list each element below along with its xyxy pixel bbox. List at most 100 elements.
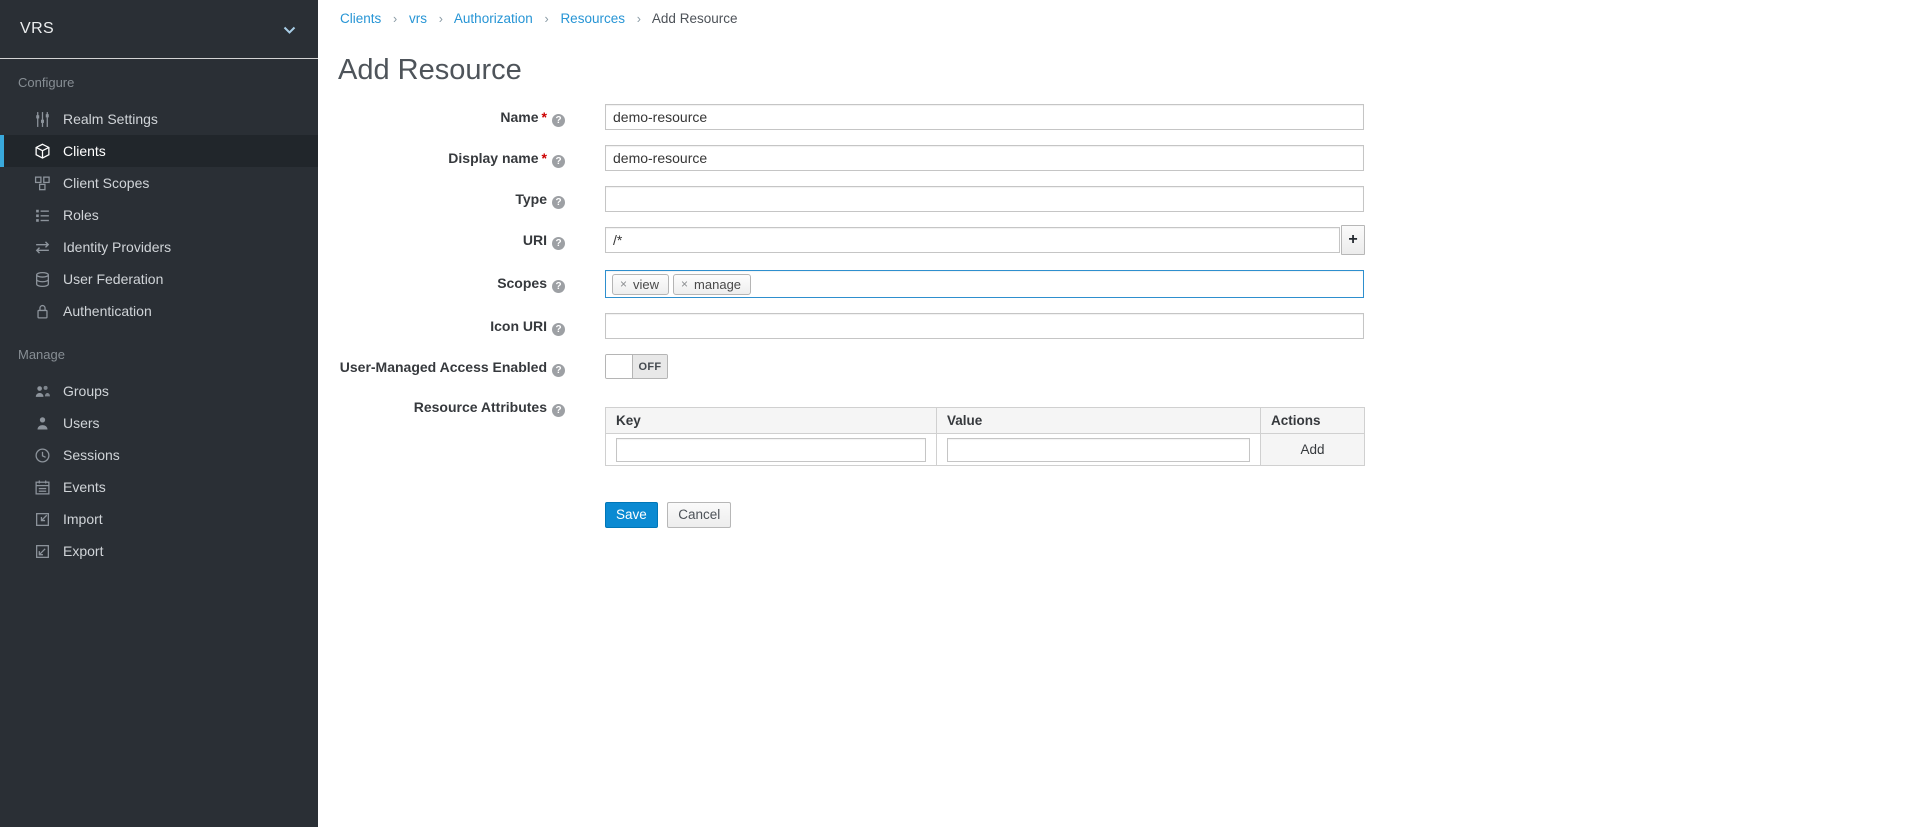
icon-uri-label: Icon URI [490,318,547,334]
sidebar-item-client-scopes[interactable]: Client Scopes [0,167,318,199]
add-uri-button[interactable]: + [1341,225,1365,255]
sidebar: VRS Configure Realm Settings [0,0,318,827]
sidebar-item-label: Users [63,415,100,431]
lock-icon [33,303,51,320]
help-icon[interactable]: ? [552,280,565,293]
uma-toggle-knob [606,355,633,378]
sidebar-item-groups[interactable]: Groups [0,375,318,407]
sidebar-item-label: User Federation [63,271,163,287]
attr-key-input[interactable] [616,438,926,462]
sidebar-item-events[interactable]: Events [0,471,318,503]
remove-tag-icon[interactable]: × [620,278,627,290]
sidebar-item-label: Sessions [63,447,120,463]
help-icon[interactable]: ? [552,237,565,250]
chevron-down-icon[interactable] [283,26,296,35]
scope-tag-view: × view [612,274,669,295]
display-name-input[interactable] [605,145,1364,171]
sidebar-item-identity-providers[interactable]: Identity Providers [0,231,318,263]
add-attribute-button[interactable]: Add [1300,442,1324,457]
type-label: Type [515,191,547,207]
sidebar-section-configure: Configure Realm Settings [0,73,318,327]
scope-tag-label: manage [694,277,741,292]
form-actions: Save Cancel [318,502,1918,528]
breadcrumb: Clients › vrs › Authorization › Resource… [318,0,1918,28]
sidebar-item-import[interactable]: Import [0,503,318,535]
realm-name[interactable]: VRS [0,0,318,58]
cube-icon [33,143,51,160]
remove-tag-icon[interactable]: × [681,278,688,290]
sliders-icon [33,111,51,128]
help-icon[interactable]: ? [552,155,565,168]
uri-input[interactable] [605,227,1340,253]
sidebar-item-authentication[interactable]: Authentication [0,295,318,327]
form-row-name: Name*? [318,104,1918,130]
breadcrumb-current: Add Resource [652,11,738,26]
uma-label: User-Managed Access Enabled [340,359,547,375]
display-name-label-group: Display name*? [318,145,565,168]
sidebar-item-label: Groups [63,383,109,399]
uri-label: URI [523,232,547,248]
name-label-group: Name*? [318,104,565,127]
scopes-input[interactable]: × view × manage [605,270,1364,298]
form-row-uri: URI? + [318,227,1918,255]
groups-icon [33,383,51,400]
import-icon [33,511,51,528]
required-marker: * [542,150,547,166]
breadcrumb-link-clients[interactable]: Clients [340,11,381,26]
help-icon[interactable]: ? [552,196,565,209]
resource-attributes-label-group: Resource Attributes? [318,394,565,417]
type-input[interactable] [605,186,1364,212]
form-row-type: Type? [318,186,1918,212]
breadcrumb-separator: › [439,12,443,26]
realm-selector[interactable]: VRS [0,0,318,59]
breadcrumb-separator: › [545,12,549,26]
breadcrumb-link-resources[interactable]: Resources [560,11,625,26]
sidebar-item-realm-settings[interactable]: Realm Settings [0,103,318,135]
cubes-icon [33,175,51,192]
icon-uri-input[interactable] [605,313,1364,339]
sidebar-item-export[interactable]: Export [0,535,318,567]
scope-tag-label: view [633,277,659,292]
help-icon[interactable]: ? [552,114,565,127]
sidebar-item-roles[interactable]: Roles [0,199,318,231]
sidebar-item-label: Roles [63,207,99,223]
sidebar-item-label: Identity Providers [63,239,171,255]
form-row-resource-attributes: Resource Attributes? Key Value Actions [318,394,1918,466]
attr-value-input[interactable] [947,438,1250,462]
sidebar-item-label: Clients [63,143,106,159]
sidebar-item-users[interactable]: Users [0,407,318,439]
sidebar-item-label: Export [63,543,103,559]
scope-tag-manage: × manage [673,274,751,295]
sidebar-item-user-federation[interactable]: User Federation [0,263,318,295]
breadcrumb-link-authorization[interactable]: Authorization [454,11,533,26]
resource-attributes-table: Key Value Actions Add [605,407,1365,466]
sidebar-section-manage: Manage Groups [0,345,318,567]
resource-attributes-label: Resource Attributes [414,399,547,415]
breadcrumb-link-vrs[interactable]: vrs [409,11,427,26]
form-row-scopes: Scopes? × view × manage [318,270,1918,298]
save-button[interactable]: Save [605,502,658,528]
form-row-icon-uri: Icon URI? [318,313,1918,339]
sidebar-item-sessions[interactable]: Sessions [0,439,318,471]
calendar-icon [33,479,51,496]
scopes-label: Scopes [497,275,547,291]
cancel-button[interactable]: Cancel [667,502,731,528]
breadcrumb-separator: › [637,12,641,26]
user-icon [33,415,51,432]
attr-table-header-key: Key [606,408,937,434]
add-resource-form: Name*? Display name*? Type? [318,104,1918,528]
required-marker: * [542,109,547,125]
export-icon [33,543,51,560]
sidebar-item-clients[interactable]: Clients [0,135,318,167]
help-icon[interactable]: ? [552,404,565,417]
sidebar-item-label: Realm Settings [63,111,158,127]
uma-label-group: User-Managed Access Enabled? [318,354,565,377]
help-icon[interactable]: ? [552,364,565,377]
uma-toggle[interactable]: OFF [605,354,668,379]
sidebar-item-label: Import [63,511,103,527]
attr-table-header-value: Value [937,408,1261,434]
attr-table-row: Add [606,434,1365,466]
help-icon[interactable]: ? [552,323,565,336]
page-title: Add Resource [338,53,1918,87]
name-input[interactable] [605,104,1364,130]
